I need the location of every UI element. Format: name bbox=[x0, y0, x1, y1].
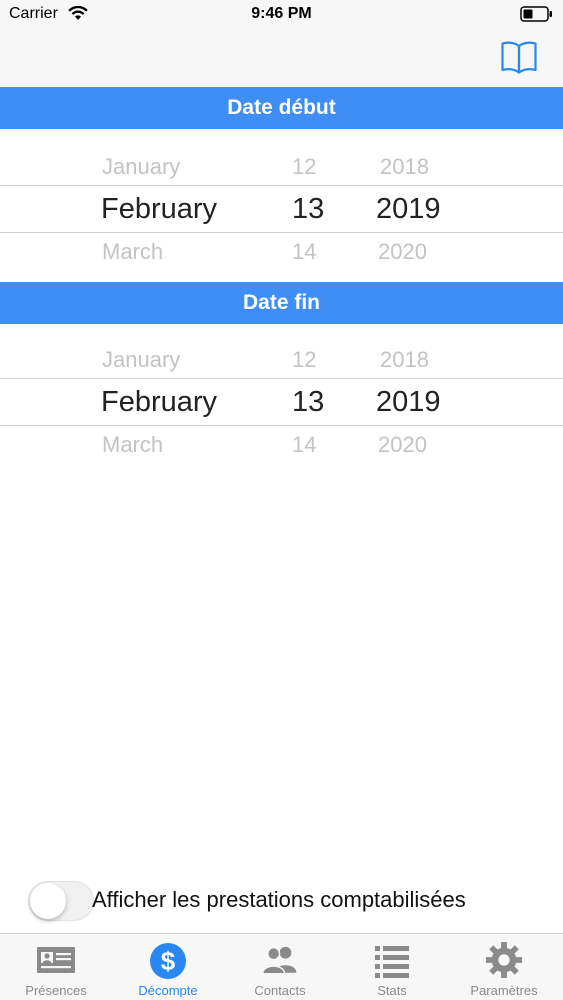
gear-icon bbox=[484, 941, 524, 979]
tab-decompte[interactable]: $ Décompte bbox=[112, 934, 224, 1000]
show-accounted-label: Afficher les prestations comptabilisées bbox=[92, 887, 466, 912]
start-date-header: Date début bbox=[0, 87, 563, 129]
picker-selection-bottom-line bbox=[0, 425, 563, 426]
svg-text:$: $ bbox=[161, 946, 176, 976]
end-month-selected[interactable]: February bbox=[101, 386, 217, 419]
picker-selection-bottom-line bbox=[0, 232, 563, 233]
show-accounted-row: Afficher les prestations comptabilisées bbox=[0, 878, 563, 926]
start-day-prev[interactable]: 12 bbox=[292, 154, 316, 180]
book-open-icon[interactable] bbox=[501, 40, 537, 74]
list-icon bbox=[372, 941, 412, 979]
start-day-next[interactable]: 14 bbox=[292, 239, 316, 265]
show-accounted-toggle[interactable] bbox=[28, 881, 94, 921]
picker-selection-top-line bbox=[0, 185, 563, 186]
tab-stats[interactable]: Stats bbox=[336, 934, 448, 1000]
tab-parametres[interactable]: Paramètres bbox=[448, 934, 560, 1000]
dollar-icon: $ bbox=[148, 941, 188, 979]
end-year-prev[interactable]: 2018 bbox=[380, 347, 429, 373]
start-year-prev[interactable]: 2018 bbox=[380, 154, 429, 180]
navigation-bar bbox=[0, 30, 563, 87]
status-time: 9:46 PM bbox=[251, 5, 312, 22]
tab-label: Paramètres bbox=[470, 983, 538, 998]
tab-contacts[interactable]: Contacts bbox=[224, 934, 336, 1000]
end-month-next[interactable]: March bbox=[102, 432, 163, 458]
start-month-selected[interactable]: February bbox=[101, 193, 217, 226]
tab-bar: Présences $ Décompte Contacts Stats Para… bbox=[0, 933, 563, 1000]
start-month-next[interactable]: March bbox=[102, 239, 163, 265]
battery-icon bbox=[520, 6, 553, 27]
start-month-prev[interactable]: January bbox=[102, 154, 180, 180]
toggle-knob bbox=[30, 883, 66, 919]
end-month-prev[interactable]: January bbox=[102, 347, 180, 373]
end-day-next[interactable]: 14 bbox=[292, 432, 316, 458]
end-day-selected[interactable]: 13 bbox=[292, 386, 324, 419]
contacts-icon bbox=[260, 941, 300, 979]
end-day-prev[interactable]: 12 bbox=[292, 347, 316, 373]
start-year-selected[interactable]: 2019 bbox=[376, 193, 441, 226]
id-card-icon bbox=[36, 941, 76, 979]
tab-label: Stats bbox=[377, 983, 407, 998]
end-date-header: Date fin bbox=[0, 282, 563, 324]
tab-presences[interactable]: Présences bbox=[0, 934, 112, 1000]
picker-selection-top-line bbox=[0, 378, 563, 379]
end-date-picker[interactable]: January February March 12 13 14 2018 201… bbox=[0, 324, 563, 474]
tab-label: Contacts bbox=[254, 983, 306, 998]
tab-label: Présences bbox=[25, 983, 87, 998]
tab-label: Décompte bbox=[138, 983, 198, 998]
start-day-selected[interactable]: 13 bbox=[292, 193, 324, 226]
end-year-next[interactable]: 2020 bbox=[378, 432, 427, 458]
end-year-selected[interactable]: 2019 bbox=[376, 386, 441, 419]
start-year-next[interactable]: 2020 bbox=[378, 239, 427, 265]
status-bar: Carrier 9:46 PM bbox=[0, 0, 563, 30]
start-date-picker[interactable]: January February March 12 13 14 2018 201… bbox=[0, 129, 563, 279]
